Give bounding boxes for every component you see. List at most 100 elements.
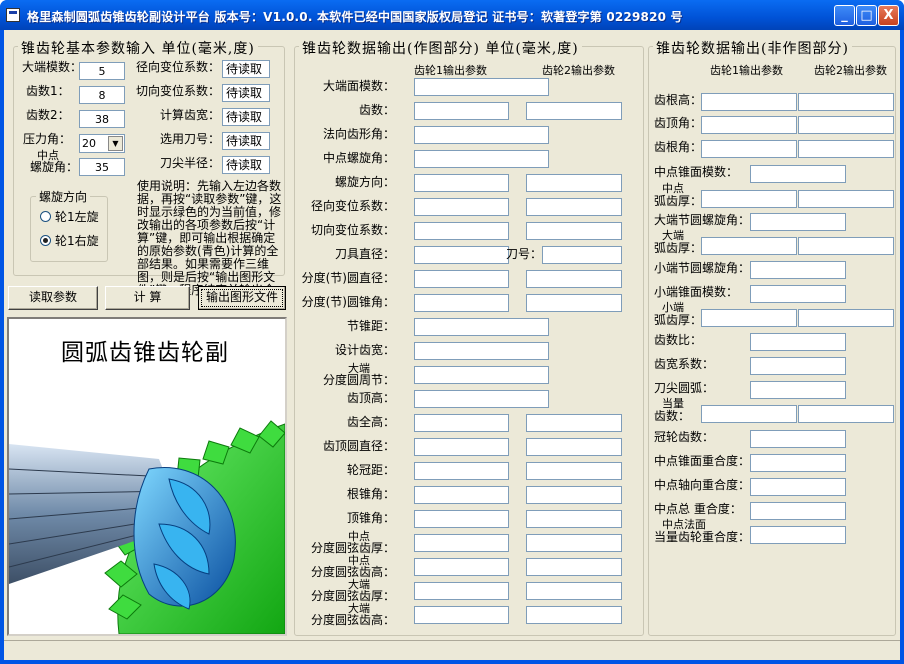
tip-radius-field[interactable]: 待读取 xyxy=(222,156,270,174)
mid-gear1-field[interactable] xyxy=(414,462,509,480)
right-gear2-field[interactable] xyxy=(798,190,894,208)
title-bar[interactable]: 格里森制圆弧齿锥齿轮副设计平台 版本号：V1.0.0. 本软件已经中国国家版权局… xyxy=(0,0,904,30)
right-output-field[interactable] xyxy=(750,478,846,496)
mid-gear2-field[interactable] xyxy=(526,486,622,504)
mid-output-field[interactable] xyxy=(414,318,549,336)
spiral-angle-input[interactable]: 35 xyxy=(79,158,125,176)
right-output-field[interactable] xyxy=(750,526,846,544)
mid-row-label: 分度圆弦齿高： xyxy=(310,613,395,627)
mid-gear1-field[interactable] xyxy=(414,582,509,600)
mid-gear2-field[interactable] xyxy=(526,606,622,624)
export-graphics-button[interactable]: 输出图形文件 xyxy=(198,286,286,310)
right-output-field[interactable] xyxy=(750,502,846,520)
mid-gear1-field[interactable] xyxy=(414,294,509,312)
teeth1-input[interactable]: 8 xyxy=(79,86,125,104)
mid-gear2-field[interactable] xyxy=(526,510,622,528)
mid-gear2-field[interactable] xyxy=(526,294,622,312)
mid-gear2-field[interactable] xyxy=(526,558,622,576)
mid-gear1-field[interactable] xyxy=(414,222,509,240)
mid-gear1-field[interactable] xyxy=(414,438,509,456)
read-params-button[interactable]: 读取参数 xyxy=(8,286,98,310)
radial-shift-field[interactable]: 待读取 xyxy=(222,60,270,78)
maximize-button[interactable]: □ xyxy=(856,5,877,26)
right-row-label: 刀尖圆弧： xyxy=(654,381,715,395)
mid-output-field[interactable] xyxy=(414,150,549,168)
right-row-label: 小端节圆螺旋角： xyxy=(654,261,751,275)
mid-gear2-field[interactable] xyxy=(526,222,622,240)
mid-gear1-field[interactable] xyxy=(414,270,509,288)
mid-gear1-field[interactable] xyxy=(414,102,509,120)
right-row-label: 当量齿轮重合度： xyxy=(654,530,751,544)
mid-gear1-field[interactable] xyxy=(414,606,509,624)
right-gear1-field[interactable] xyxy=(701,309,797,327)
mid-gear2-field[interactable] xyxy=(526,270,622,288)
right-output-field[interactable] xyxy=(750,261,846,279)
mid-row-label: 顶锥角： xyxy=(346,511,395,525)
right-gear2-field[interactable] xyxy=(798,405,894,423)
mid-output-field[interactable] xyxy=(414,126,549,144)
mid-output-field[interactable] xyxy=(414,78,549,96)
pressure-angle-select[interactable]: 20 ▼ xyxy=(79,134,125,153)
right-gear1-field[interactable] xyxy=(701,140,797,158)
mid-gear2-field[interactable] xyxy=(526,198,622,216)
mid-gear2-field[interactable] xyxy=(526,534,622,552)
mid-gear1-field[interactable] xyxy=(414,198,509,216)
right-gear1-field[interactable] xyxy=(701,237,797,255)
mid-gear1-field[interactable] xyxy=(414,414,509,432)
mid-gear2-field[interactable] xyxy=(526,438,622,456)
mid-gear2-field[interactable] xyxy=(526,582,622,600)
teeth2-input[interactable]: 38 xyxy=(79,110,125,128)
left-hand-radio[interactable]: 轮1左旋 xyxy=(40,208,99,225)
cutter-diameter-field[interactable] xyxy=(414,246,509,264)
chevron-down-icon[interactable]: ▼ xyxy=(108,136,123,151)
mid-row-label: 分度圆周节： xyxy=(322,373,395,387)
cutter-number-field[interactable]: 待读取 xyxy=(222,132,270,150)
right-gear2-field[interactable] xyxy=(798,309,894,327)
face-width-field[interactable]: 待读取 xyxy=(222,108,270,126)
right-output-field[interactable] xyxy=(750,333,846,351)
pressure-angle-value: 20 xyxy=(82,137,96,150)
mid-row-label: 节锥距： xyxy=(346,319,395,333)
right-gear1-field[interactable] xyxy=(701,190,797,208)
mid-gear1-field[interactable] xyxy=(414,534,509,552)
right-output-field[interactable] xyxy=(750,381,846,399)
left-hand-label: 轮1左旋 xyxy=(55,210,99,224)
mid-gear2-field[interactable] xyxy=(526,174,622,192)
mid-gear1-field[interactable] xyxy=(414,510,509,528)
mid-output-field[interactable] xyxy=(414,366,549,384)
right-gear2-field[interactable] xyxy=(798,140,894,158)
app-icon[interactable] xyxy=(6,8,20,22)
mid-gear1-field[interactable] xyxy=(414,486,509,504)
right-gear2-field[interactable] xyxy=(798,237,894,255)
right-hand-radio[interactable]: 轮1右旋 xyxy=(40,232,99,249)
right-gear2-header: 齿轮2输出参数 xyxy=(814,64,887,77)
spiral-direction-group: 螺旋方向 xyxy=(30,188,108,262)
right-output-field[interactable] xyxy=(750,357,846,375)
right-row-label: 弧齿厚： xyxy=(654,194,703,208)
mid-gear2-field[interactable] xyxy=(526,414,622,432)
right-output-field[interactable] xyxy=(750,454,846,472)
radial-shift-label: 径向变位系数： xyxy=(135,60,220,74)
mid-output-field[interactable] xyxy=(414,342,549,360)
right-gear1-field[interactable] xyxy=(701,93,797,111)
right-output-field[interactable] xyxy=(750,165,846,183)
calculate-button[interactable]: 计 算 xyxy=(105,286,190,310)
mid-gear1-field[interactable] xyxy=(414,174,509,192)
mid-gear2-field[interactable] xyxy=(526,102,622,120)
right-output-field[interactable] xyxy=(750,213,846,231)
right-output-field[interactable] xyxy=(750,430,846,448)
mid-gear2-field[interactable] xyxy=(526,462,622,480)
right-gear1-field[interactable] xyxy=(701,405,797,423)
mid-output-field[interactable] xyxy=(414,390,549,408)
right-gear1-field[interactable] xyxy=(701,116,797,134)
right-gear2-field[interactable] xyxy=(798,93,894,111)
minimize-button[interactable]: _ xyxy=(834,5,855,26)
cutter-no-field[interactable] xyxy=(542,246,622,264)
right-gear2-field[interactable] xyxy=(798,116,894,134)
module-input[interactable]: 5 xyxy=(79,62,125,80)
nondrawing-output-legend: 锥齿轮数据输出(非作图部分) xyxy=(653,38,852,58)
tangential-shift-field[interactable]: 待读取 xyxy=(222,84,270,102)
close-button[interactable]: X xyxy=(878,5,899,26)
right-output-field[interactable] xyxy=(750,285,846,303)
mid-gear1-field[interactable] xyxy=(414,558,509,576)
